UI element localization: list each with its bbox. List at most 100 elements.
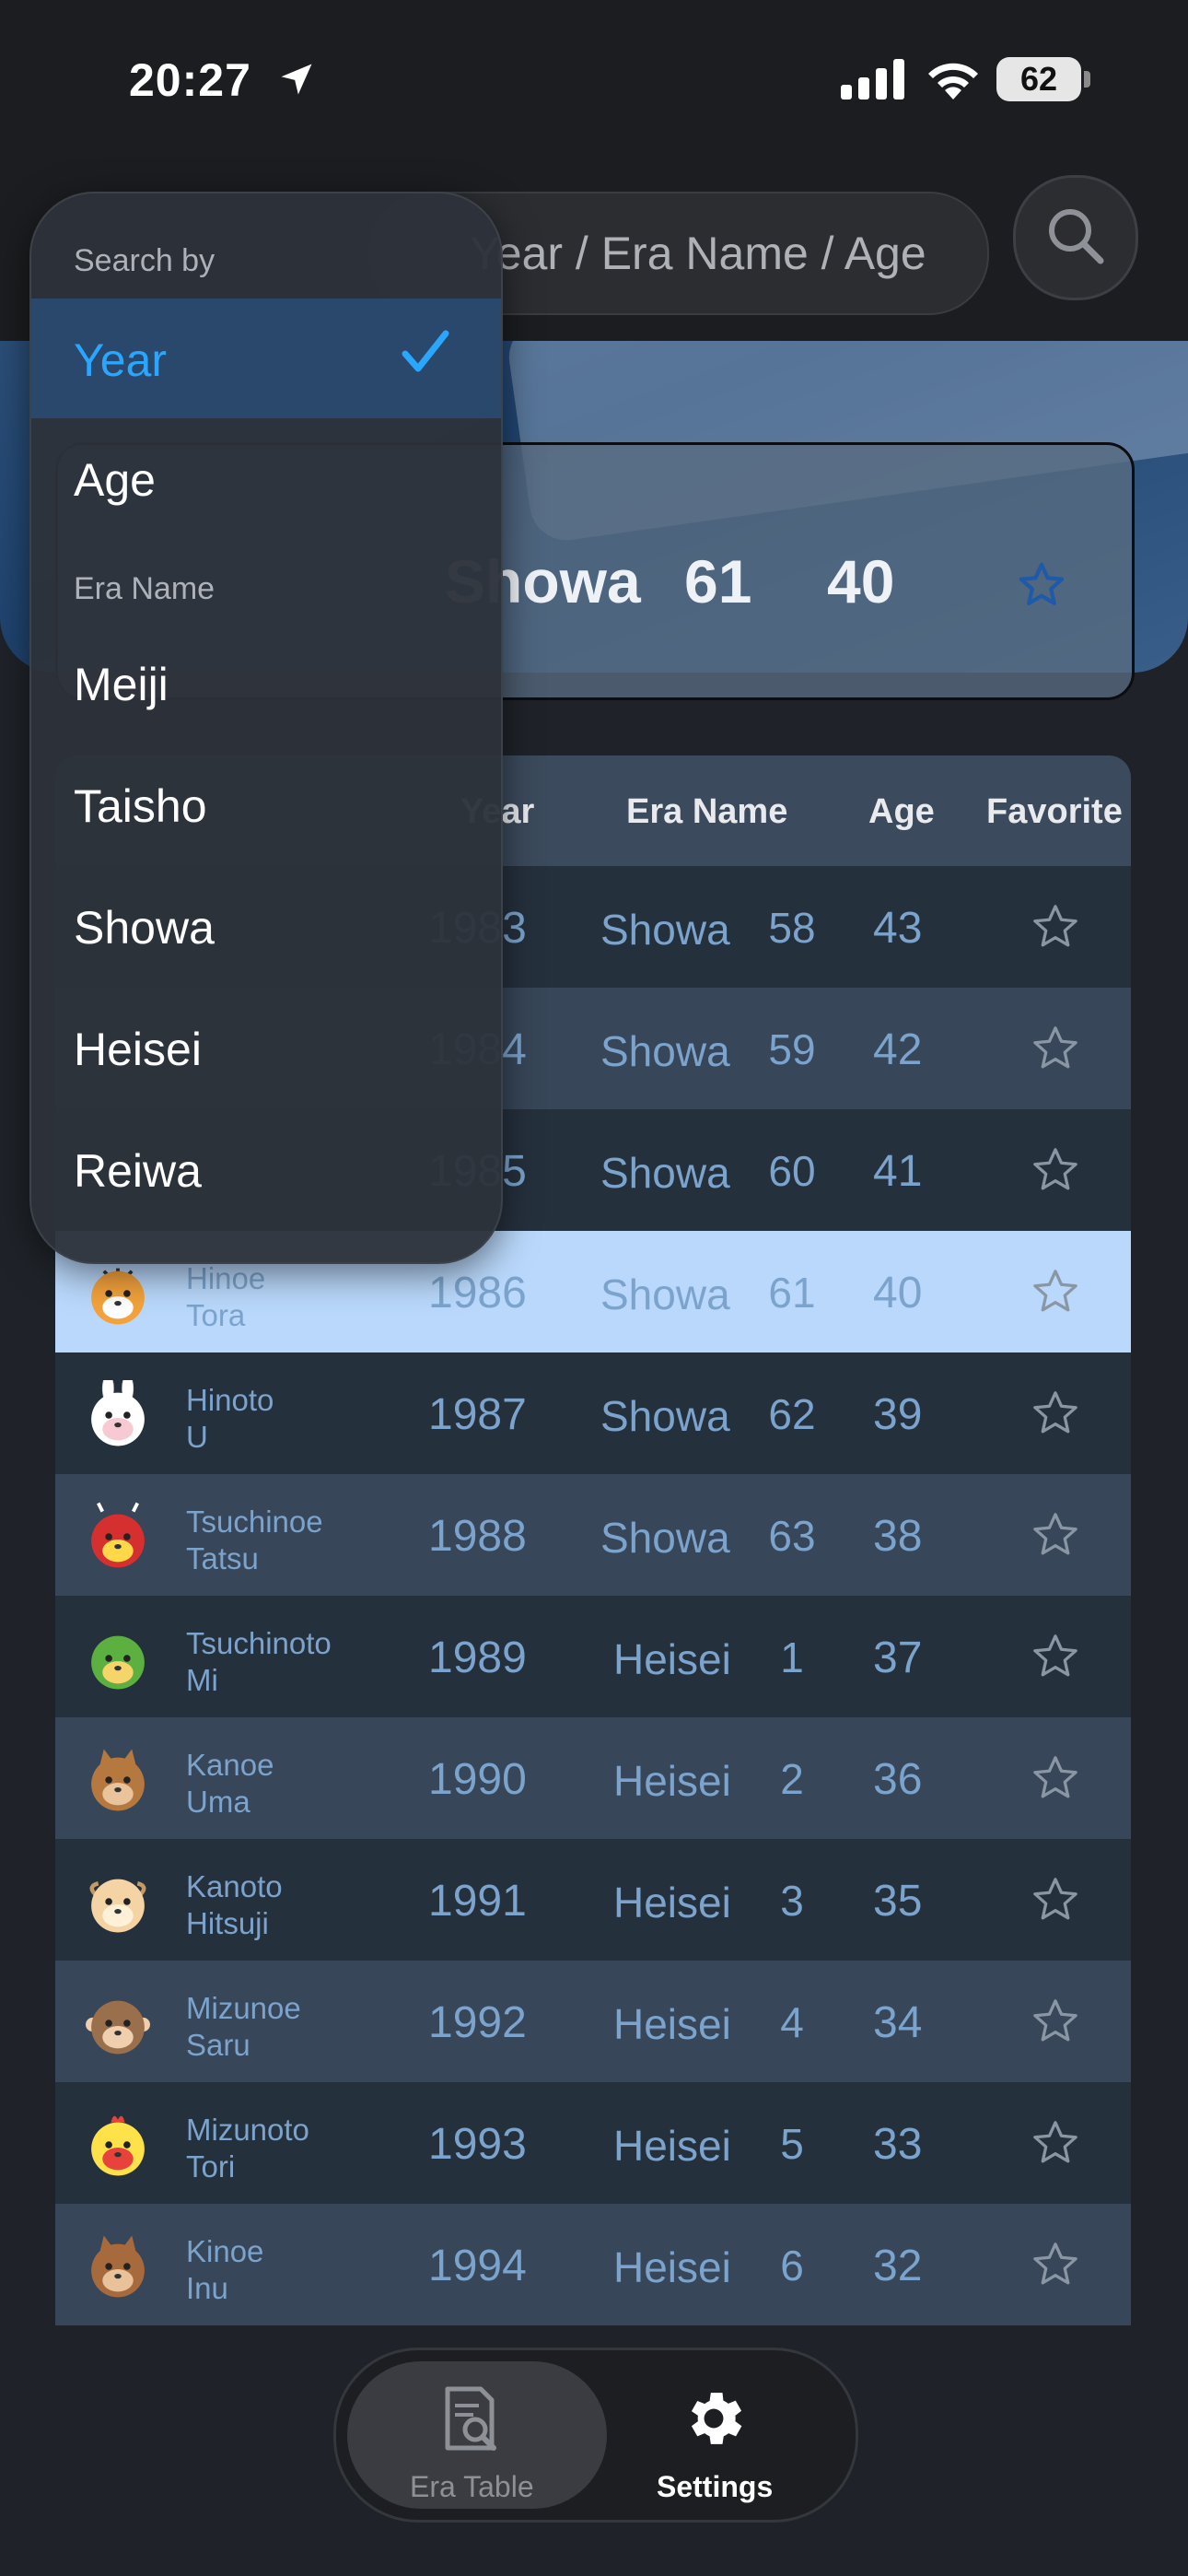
menu-item-year[interactable]: Year [74, 334, 167, 387]
battery-indicator: 62 [996, 57, 1081, 101]
zodiac-name: Tsuchinoe Tatsu [186, 1505, 323, 1575]
row-year: 1990 [428, 1755, 527, 1804]
row-era-year: 1 [780, 1633, 804, 1681]
row-era-year: 63 [768, 1512, 816, 1560]
row-age: 42 [873, 1025, 923, 1074]
row-era-year: 6 [780, 2242, 804, 2289]
battery-cap [1084, 71, 1090, 88]
search-by-menu: Search by Year Age Era Name Meiji Taisho… [29, 192, 503, 1264]
horse-icon [83, 1745, 153, 1815]
rooster-icon [83, 2110, 153, 2180]
row-age: 39 [873, 1390, 923, 1439]
row-year: 1993 [428, 2120, 527, 2169]
table-row[interactable]: Tsuchinoto Mi 1989 Heisei 1 37 [55, 1596, 1131, 1717]
favorite-star-icon[interactable] [1030, 1631, 1081, 1687]
row-era-name: Showa [600, 1392, 730, 1440]
menu-item-showa[interactable]: Showa [74, 901, 215, 954]
table-row[interactable]: Mizunoto Tori 1993 Heisei 5 33 [55, 2082, 1131, 2204]
checkmark-icon [402, 330, 449, 372]
favorite-star-icon[interactable] [1030, 1509, 1081, 1565]
menu-heading: Search by [74, 243, 215, 278]
star-icon[interactable] [1016, 559, 1067, 611]
zodiac-name: Mizunoe Saru [186, 1991, 301, 2062]
row-era-name: Heisei [613, 1757, 731, 1805]
table-row[interactable]: Kanoto Hitsuji 1991 Heisei 3 35 [55, 1839, 1131, 1961]
menu-item-heisei[interactable]: Heisei [74, 1023, 202, 1076]
zodiac-name: Kanoe Uma [186, 1748, 274, 1819]
row-era-year: 61 [768, 1269, 816, 1317]
snake-icon [83, 1623, 153, 1693]
card-age: 40 [827, 547, 895, 615]
row-era-year: 2 [780, 1755, 804, 1803]
row-era-name: Showa [600, 906, 730, 954]
favorite-star-icon[interactable] [1030, 901, 1081, 957]
favorite-star-icon[interactable] [1030, 1996, 1081, 2052]
menu-item-meiji[interactable]: Meiji [74, 658, 169, 711]
menu-item-taisho[interactable]: Taisho [74, 779, 207, 833]
location-arrow-icon [281, 64, 312, 95]
row-age: 34 [873, 1998, 923, 2047]
row-era-name: Heisei [613, 2122, 731, 2170]
row-era-year: 4 [780, 1998, 804, 2046]
zodiac-name: Hinoe Tora [186, 1261, 266, 1332]
row-age: 37 [873, 1633, 923, 1682]
dragon-icon [83, 1502, 153, 1572]
table-row[interactable]: Mizunoe Saru 1992 Heisei 4 34 [55, 1961, 1131, 2082]
menu-era-heading: Era Name [74, 571, 215, 606]
table-row[interactable]: Hinoto U 1987 Showa 62 39 [55, 1352, 1131, 1474]
row-era-name: Showa [600, 1514, 730, 1562]
menu-item-age[interactable]: Age [74, 453, 156, 507]
menu-item-reiwa[interactable]: Reiwa [74, 1144, 202, 1198]
header-era-name: Era Name [626, 792, 788, 831]
favorite-star-icon[interactable] [1030, 2239, 1081, 2295]
row-age: 35 [873, 1877, 923, 1926]
row-year: 1989 [428, 1633, 527, 1682]
monkey-icon [83, 1988, 153, 2058]
search-placeholder: Year / Era Name / Age [470, 228, 926, 279]
row-era-year: 59 [768, 1025, 816, 1073]
row-era-name: Showa [600, 1149, 730, 1197]
favorite-star-icon[interactable] [1030, 1023, 1081, 1079]
favorite-star-icon[interactable] [1030, 1388, 1081, 1444]
card-era-year: 61 [684, 547, 752, 615]
row-era-year: 5 [780, 2120, 804, 2168]
row-age: 32 [873, 2242, 923, 2290]
status-bar: 20:27 62 [0, 0, 1188, 157]
row-age: 43 [873, 904, 923, 953]
tab-settings-label[interactable]: Settings [657, 2470, 773, 2504]
row-age: 41 [873, 1147, 923, 1196]
favorite-star-icon[interactable] [1030, 1752, 1081, 1809]
cellular-signal-icon [841, 59, 904, 100]
favorite-star-icon[interactable] [1030, 2117, 1081, 2173]
row-year: 1987 [428, 1390, 527, 1439]
header-favorite: Favorite [986, 792, 1123, 831]
gear-icon[interactable] [679, 2383, 749, 2453]
row-era-year: 58 [768, 904, 816, 952]
row-year: 1991 [428, 1877, 527, 1926]
favorite-star-icon[interactable] [1030, 1874, 1081, 1930]
row-age: 36 [873, 1755, 923, 1804]
status-time: 20:27 [129, 54, 251, 106]
table-row[interactable]: Kinoe Inu 1994 Heisei 6 32 [55, 2204, 1131, 2325]
row-era-year: 3 [780, 1877, 804, 1925]
sheep-icon [83, 1867, 153, 1937]
row-era-name: Heisei [613, 1635, 731, 1683]
favorite-star-icon[interactable] [1030, 1144, 1081, 1200]
rabbit-icon [83, 1374, 153, 1450]
dog-icon [83, 2231, 153, 2301]
row-era-name: Heisei [613, 2000, 731, 2048]
zodiac-name: Hinoto U [186, 1383, 274, 1454]
zodiac-name: Mizunoto Tori [186, 2113, 309, 2184]
row-year: 1992 [428, 1998, 527, 2047]
zodiac-name: Kinoe Inu [186, 2234, 264, 2305]
row-era-name: Showa [600, 1270, 730, 1318]
row-age: 33 [873, 2120, 923, 2169]
search-button[interactable] [1013, 175, 1138, 300]
table-row[interactable]: Kanoe Uma 1990 Heisei 2 36 [55, 1717, 1131, 1839]
row-era-name: Showa [600, 1027, 730, 1075]
favorite-star-icon[interactable] [1030, 1266, 1081, 1322]
table-row[interactable]: Tsuchinoe Tatsu 1988 Showa 63 38 [55, 1474, 1131, 1596]
row-year: 1994 [428, 2242, 527, 2290]
row-era-name: Heisei [613, 2243, 731, 2291]
zodiac-name: Tsuchinoto Mi [186, 1626, 332, 1697]
